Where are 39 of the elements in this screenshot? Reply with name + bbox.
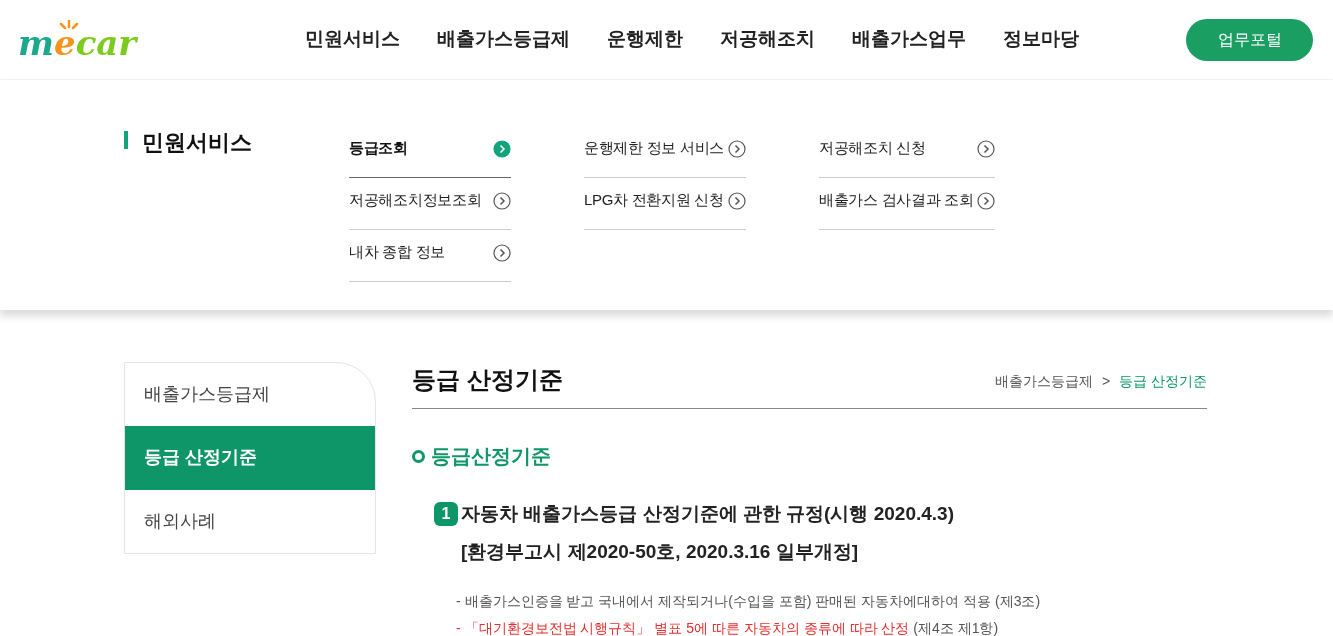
bullet-ring-icon <box>412 449 425 463</box>
side-menu-item[interactable]: 배출가스등급제 <box>125 363 375 427</box>
submenu-link[interactable]: 운행제한 정보 서비스 <box>584 126 746 178</box>
nav-menu-item[interactable]: 배출가스업무 <box>852 25 966 54</box>
submenu-link[interactable]: 배출가스 검사결과 조회 <box>819 178 995 230</box>
breadcrumb-link[interactable]: 배출가스등급제 <box>994 371 1093 392</box>
submenu-label: 내차 종합 정보 <box>349 242 445 263</box>
page-title: 등급 산정기준 <box>412 365 563 395</box>
submenu-link[interactable]: 저공해조치정보조회 <box>349 178 511 230</box>
number-badge: 1 <box>434 502 458 526</box>
nav-menu-item[interactable]: 운행제한 <box>607 25 683 54</box>
logo-letters: e <box>54 25 76 60</box>
nav-menu-item[interactable]: 저공해조치 <box>720 25 815 54</box>
rule-heading: 자동차 배출가스등급 산정기준에 관한 규정(시행 2020.4.3) <box>461 502 954 526</box>
section-title: 등급산정기준 <box>431 444 551 469</box>
nav-menu-item[interactable]: 배출가스등급제 <box>437 25 570 54</box>
side-menu-item[interactable]: 등급 산정기준 <box>125 426 375 490</box>
submenu-link[interactable]: 저공해조치 신청 <box>819 126 995 178</box>
submenu-label: 저공해조치 신청 <box>819 138 926 159</box>
breadcrumb-separator: > <box>1101 372 1111 391</box>
rule-heading: [환경부고시 제2020-50호, 2020.3.16 일부개정] <box>461 540 860 564</box>
bullet-text: - 「대기환경보전법 시행규칙」 별표 5에 따른 자동차의 종류에 따라 산정 (제4조 제1항) <box>456 619 1000 636</box>
submenu-label: 운행제한 정보 서비스 <box>584 138 725 159</box>
submenu-link[interactable]: 내차 종합 정보 <box>349 230 511 282</box>
submenu-link[interactable]: 등급조회 <box>349 126 511 178</box>
breadcrumb-link[interactable]: 등급 산정기준 <box>1119 371 1207 392</box>
submenu-link[interactable]: LPG차 전환지원 신청 <box>584 178 746 230</box>
logo-letters: car <box>75 25 137 60</box>
nav-menu-item[interactable]: 정보마당 <box>1003 25 1079 54</box>
sun-rays-icon <box>58 19 80 32</box>
submenu-label: 등급조회 <box>349 138 408 159</box>
submenu-label: 저공해조치정보조회 <box>349 190 482 211</box>
side-menu-item[interactable]: 해외사례 <box>125 489 375 553</box>
nav-menu-item[interactable]: 민원서비스 <box>305 25 400 54</box>
logo-letters: m <box>18 25 54 60</box>
bullet-text: - 배출가스인증을 받고 국내에서 제작되거나(수입을 포함) 판매된 자동차에대하여 적용 (제3조) <box>456 592 1042 611</box>
mega-menu-title: 민원서비스 <box>142 129 252 157</box>
submenu-label: 배출가스 검사결과 조회 <box>819 190 974 211</box>
submenu-label: LPG차 전환지원 신청 <box>584 190 724 211</box>
